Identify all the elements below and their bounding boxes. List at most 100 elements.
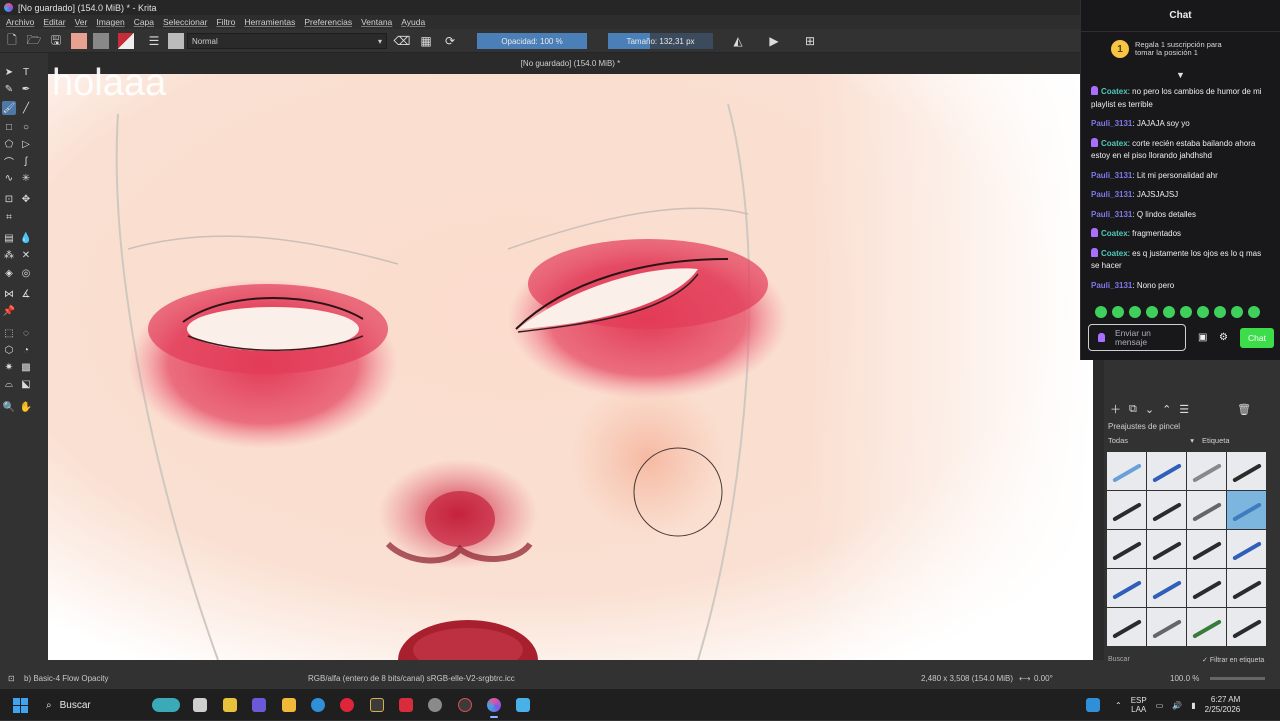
opera-icon[interactable] <box>340 698 354 712</box>
emote-icon[interactable] <box>1112 306 1124 318</box>
brush-preset[interactable] <box>1147 530 1186 568</box>
freehand-brush-icon[interactable]: 🖌 <box>2 101 16 115</box>
brush-preset[interactable] <box>1147 608 1186 646</box>
move-up-icon[interactable]: ⌃ <box>1162 403 1171 416</box>
move-down-icon[interactable]: ⌄ <box>1145 403 1154 416</box>
emote-icon[interactable] <box>1146 306 1158 318</box>
emote-icon[interactable] <box>1197 306 1209 318</box>
tag-button[interactable]: Etiqueta <box>1202 436 1230 445</box>
color-picker-icon[interactable]: 💧 <box>19 231 33 245</box>
krita-taskbar-icon[interactable] <box>487 698 501 718</box>
smart-patch-icon[interactable]: ⁂ <box>2 248 16 262</box>
multibrush-icon[interactable]: ✳ <box>19 171 33 185</box>
pattern-swatch[interactable] <box>71 33 87 49</box>
size-slider[interactable]: Tamaño: 132,31 px <box>608 33 713 49</box>
dynamic-brush-icon[interactable]: ∿ <box>2 171 16 185</box>
presets-search-input[interactable]: Buscar <box>1108 656 1130 663</box>
chat-send-button[interactable]: Chat <box>1240 328 1274 348</box>
rect-select-icon[interactable]: ⬚ <box>2 326 16 340</box>
emote-icon[interactable] <box>1095 306 1107 318</box>
trash-icon[interactable]: 🗑 <box>1237 403 1251 416</box>
new-document-icon[interactable]: 🗋 <box>4 33 20 49</box>
zoom-slider[interactable] <box>1210 677 1265 680</box>
save-icon[interactable]: 🖫 <box>48 33 64 49</box>
magnetic-select-icon[interactable]: ⬕ <box>19 377 33 391</box>
brush-preset[interactable] <box>1187 491 1226 529</box>
zoom-value[interactable]: 100.0 % <box>1170 674 1199 683</box>
brush-preset[interactable] <box>1107 608 1146 646</box>
chat-username[interactable]: Coatex <box>1101 139 1128 148</box>
rotate-icon[interactable]: ⟷ <box>1019 674 1030 683</box>
monitor-icon[interactable]: ▭ <box>1156 701 1164 710</box>
brush-preset[interactable] <box>1227 530 1266 568</box>
enclose-fill-icon[interactable]: ◎ <box>19 266 33 280</box>
brush-preset[interactable] <box>1107 530 1146 568</box>
menu-editar[interactable]: Editar <box>43 17 65 27</box>
reload-preset-icon[interactable]: ⟳ <box>442 33 458 49</box>
file-explorer-icon[interactable] <box>282 698 296 712</box>
menu-seleccionar[interactable]: Seleccionar <box>163 17 207 27</box>
properties-icon[interactable]: ☰ <box>1179 403 1189 416</box>
settings-gear-icon[interactable]: ⚙ <box>1219 332 1228 343</box>
chat-username[interactable]: Pauli_3131 <box>1091 210 1132 219</box>
presets-filter-select[interactable]: Todas ▾ <box>1108 436 1194 447</box>
pan-tool-icon[interactable]: ✋ <box>19 400 33 414</box>
brush-preset[interactable] <box>1227 608 1266 646</box>
brush-preset[interactable] <box>1107 452 1146 490</box>
edit-shapes-icon[interactable]: ✎ <box>2 82 16 96</box>
menu-herramientas[interactable]: Herramientas <box>244 17 295 27</box>
drawing-canvas[interactable] <box>48 74 1093 660</box>
document-tab[interactable]: [No guardado] (154.0 MiB) * <box>48 53 1093 74</box>
magic-wand-icon[interactable]: ✷ <box>2 360 16 374</box>
chat-username[interactable]: Pauli_3131 <box>1091 119 1132 128</box>
language-indicator[interactable]: ESP LAA <box>1131 696 1147 714</box>
line-tool-icon[interactable]: ╱ <box>19 101 33 115</box>
volume-icon[interactable]: 🔊 <box>1172 701 1182 710</box>
collapse-chevron-icon[interactable]: ▼ <box>1176 70 1185 80</box>
brush-settings-icon[interactable]: ☰ <box>146 33 162 49</box>
gift-sub-banner[interactable]: 1 Regala 1 suscripción para tomar la pos… <box>1111 40 1225 58</box>
widget-icon[interactable] <box>152 698 180 712</box>
ellipse-tool-icon[interactable]: ○ <box>19 120 33 134</box>
menu-preferencias[interactable]: Preferencias <box>304 17 352 27</box>
gradient-swatch[interactable] <box>93 33 109 49</box>
brush-preset[interactable] <box>1187 569 1226 607</box>
notepad-icon[interactable] <box>516 698 530 712</box>
menu-ventana[interactable]: Ventana <box>361 17 392 27</box>
eraser-icon[interactable]: ⌫ <box>394 33 411 49</box>
calligraphy-icon[interactable]: ✒ <box>19 82 33 96</box>
gift-icon[interactable]: ▣ <box>1198 332 1207 343</box>
emote-icon[interactable] <box>1129 306 1141 318</box>
polygon-select-icon[interactable]: ⬡ <box>2 343 16 357</box>
zoom-tool-icon[interactable]: 🔍 <box>2 400 16 414</box>
emote-icon[interactable] <box>1214 306 1226 318</box>
fill-tool-icon[interactable]: ◈ <box>2 266 16 280</box>
wrap-around-icon[interactable]: ⊞ <box>802 33 818 49</box>
similar-select-icon[interactable]: ▩ <box>19 360 33 374</box>
clock[interactable]: 6:27 AM 2/25/2026 <box>1205 695 1241 715</box>
rotation-value[interactable]: 0.00° <box>1034 674 1053 683</box>
pdf-icon[interactable] <box>399 698 413 712</box>
menu-ver[interactable]: Ver <box>75 17 88 27</box>
brush-preset-icon[interactable] <box>168 33 184 49</box>
open-document-icon[interactable]: 🗁 <box>26 33 42 49</box>
brush-preset[interactable] <box>1147 452 1186 490</box>
windows-start-icon[interactable] <box>13 698 28 713</box>
freehand-path-icon[interactable]: ʃ <box>19 154 33 168</box>
color-swatch-icon[interactable] <box>118 33 134 49</box>
mirror-horizontal-icon[interactable]: ◭ <box>730 33 746 49</box>
chrome-icon[interactable] <box>458 698 472 712</box>
opacity-slider[interactable]: Opacidad: 100 % <box>477 33 587 49</box>
text-tool-icon[interactable]: T <box>19 65 33 79</box>
bezier-select-icon[interactable]: ⌓ <box>2 377 16 391</box>
menu-filtro[interactable]: Filtro <box>216 17 235 27</box>
menu-ayuda[interactable]: Ayuda <box>401 17 425 27</box>
brush-preset[interactable] <box>1227 569 1266 607</box>
edge-icon[interactable] <box>311 698 325 712</box>
filter-in-tag-checkbox[interactable]: ✓ Filtrar en etiqueta <box>1202 656 1264 664</box>
copilot-icon[interactable] <box>223 698 237 712</box>
brush-preset-selected[interactable] <box>1227 491 1266 529</box>
blend-mode-select[interactable]: Normal ▾ <box>187 33 387 49</box>
chat-username[interactable]: Coatex <box>1101 249 1128 258</box>
brush-preset[interactable] <box>1187 452 1226 490</box>
